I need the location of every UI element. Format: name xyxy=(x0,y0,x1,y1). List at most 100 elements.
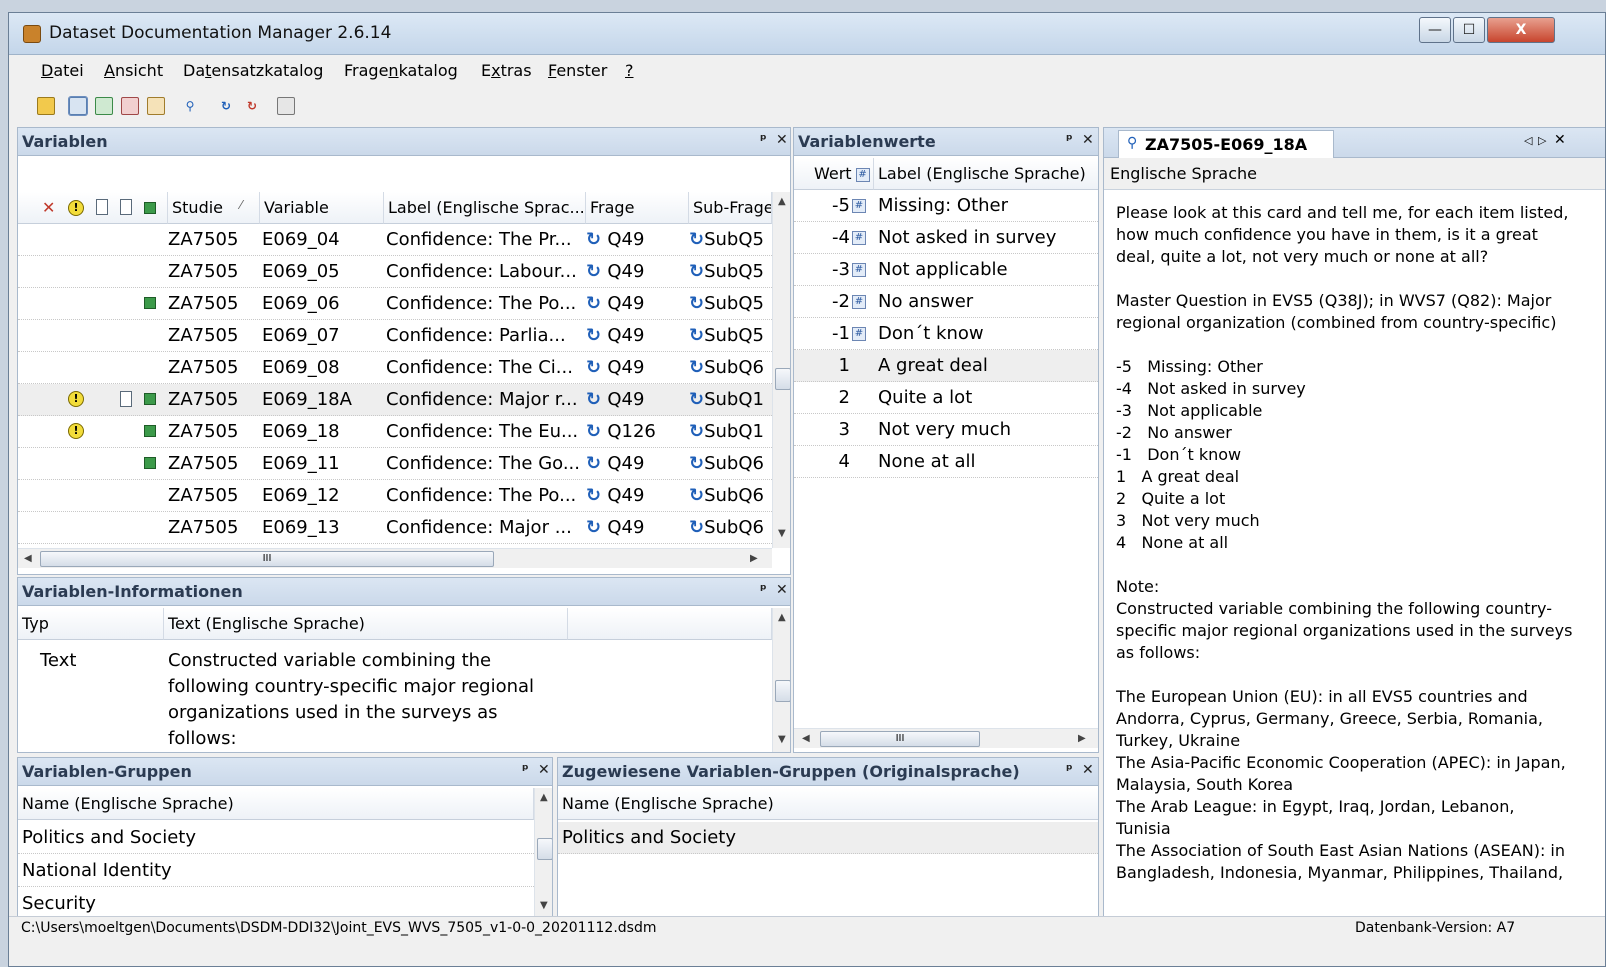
refresh-all-icon[interactable]: ↻ xyxy=(243,97,261,115)
value-row[interactable]: -3 # Not applicable xyxy=(794,254,1098,286)
scroll-right-icon[interactable]: ▶ xyxy=(750,553,758,564)
cell-frage[interactable]: ↻ Q49 xyxy=(586,261,689,282)
cell-frage[interactable]: ↻ Q49 xyxy=(586,293,689,314)
value-row[interactable]: -2 # No answer xyxy=(794,286,1098,318)
scroll-down-icon[interactable]: ▼ xyxy=(540,900,548,911)
properties-icon[interactable] xyxy=(277,97,295,115)
groups-vscroll-thumb[interactable] xyxy=(537,838,552,860)
value-row[interactable]: 2 Quite a lot xyxy=(794,382,1098,414)
cell-subfrage[interactable]: ↻SubQ5 xyxy=(689,261,772,282)
tab-scroll-left-icon[interactable]: ◁ xyxy=(1524,134,1532,147)
variables-hscroll[interactable]: ◀ III ▶ xyxy=(18,548,772,568)
menu-extras[interactable]: Extras xyxy=(481,61,532,80)
table-row[interactable]: ZA7505 E069_06 Confidence: The Po... ↻ Q49 ↻… xyxy=(18,288,772,320)
column-header-value-label[interactable]: Label (Englische Sprache) xyxy=(874,158,1098,190)
pin-icon[interactable]: ᵖ xyxy=(1066,132,1073,148)
column-header-frage[interactable]: Frage xyxy=(586,192,689,224)
info-vscroll-thumb[interactable] xyxy=(775,680,790,702)
cell-subfrage[interactable]: ↻SubQ6 xyxy=(689,357,772,378)
open-folder-icon[interactable] xyxy=(37,97,55,115)
table-row[interactable]: ZA7505 E069_13 Confidence: Major ... ↻ Q49 ↻… xyxy=(18,512,772,544)
column-header-subfrage[interactable]: Sub-Frage xyxy=(689,192,772,224)
column-header-studie[interactable]: Studie ⁄ xyxy=(168,192,260,224)
cell-subfrage[interactable]: ↻SubQ6 xyxy=(689,453,772,474)
table-row[interactable]: ! ZA7505 E069_18 Confidence: The Eu... ↻ Q12… xyxy=(18,416,772,448)
menu-help[interactable]: ? xyxy=(625,61,634,80)
values-hscroll-thumb[interactable]: III xyxy=(820,731,980,747)
icon-columns-header[interactable]: ✕ ! xyxy=(18,192,168,224)
pin-icon[interactable]: ᵖ xyxy=(760,582,767,598)
table-row[interactable]: ZA7505 E069_04 Confidence: The Pr... ↻ Q49 ↻… xyxy=(18,224,772,256)
documentation-text[interactable]: Please look at this card and tell me, fo… xyxy=(1116,202,1574,916)
column-header-variable[interactable]: Variable xyxy=(260,192,384,224)
value-row[interactable]: 4 None at all xyxy=(794,446,1098,478)
info-vscroll[interactable]: ▲ ▼ xyxy=(772,608,790,752)
list-item[interactable]: Politics and Society xyxy=(18,822,534,854)
value-row[interactable]: 1 A great deal xyxy=(794,350,1098,382)
table-row[interactable]: ZA7505 E069_07 Confidence: Parlia... ↻ Q49 ↻… xyxy=(18,320,772,352)
table-row[interactable]: ZA7505 E069_12 Confidence: The Po... ↻ Q49 ↻… xyxy=(18,480,772,512)
scroll-left-icon[interactable]: ◀ xyxy=(24,553,32,564)
close-tab-icon[interactable]: ✕ xyxy=(1554,132,1566,148)
cell-subfrage[interactable]: ↻SubQ6 xyxy=(689,485,772,506)
cell-frage[interactable]: ↻ Q49 xyxy=(586,453,689,474)
cell-subfrage[interactable]: ↻SubQ5 xyxy=(689,229,772,250)
pin-icon[interactable]: ᵖ xyxy=(1066,762,1073,778)
pin-icon[interactable]: ᵖ xyxy=(760,132,767,148)
column-header-wert[interactable]: Wert # xyxy=(794,158,874,190)
table-row[interactable]: ZA7505 E069_11 Confidence: The Go... ↻ Q49 ↻… xyxy=(18,448,772,480)
cell-frage[interactable]: ↻ Q49 xyxy=(586,485,689,506)
cell-frage[interactable]: ↻ Q49 xyxy=(586,325,689,346)
column-header-label[interactable]: Label (Englische Sprac... xyxy=(384,192,586,224)
cell-frage[interactable]: ↻ Q49 xyxy=(586,229,689,250)
close-panel-icon[interactable]: ✕ xyxy=(776,132,788,148)
groups-vscroll[interactable]: ▲ ▼ xyxy=(534,788,552,916)
value-row[interactable]: -4 # Not asked in survey xyxy=(794,222,1098,254)
menu-fenster[interactable]: Fenster xyxy=(548,61,607,80)
scroll-down-icon[interactable]: ▼ xyxy=(778,734,786,745)
close-panel-icon[interactable]: ✕ xyxy=(1082,132,1094,148)
close-panel-icon[interactable]: ✕ xyxy=(538,762,550,778)
dataset-view-icon[interactable] xyxy=(68,96,88,116)
menu-datei[interactable]: Datei xyxy=(41,61,84,80)
tab-scroll-right-icon[interactable]: ▷ xyxy=(1538,134,1546,147)
menu-ansicht[interactable]: Ansicht xyxy=(104,61,163,80)
close-panel-icon[interactable]: ✕ xyxy=(1082,762,1094,778)
scroll-left-icon[interactable]: ◀ xyxy=(802,733,810,744)
scroll-down-icon[interactable]: ▼ xyxy=(778,528,786,539)
variables-vscroll[interactable]: ▲ ▼ xyxy=(772,192,790,548)
dataset-edit-icon[interactable] xyxy=(147,97,165,115)
column-header-group-name[interactable]: Name (Englische Sprache) xyxy=(18,788,534,820)
menu-datensatzkatalog[interactable]: Datensatzkatalog xyxy=(183,61,323,80)
table-row[interactable]: ZA7505 E069_05 Confidence: Labour... ↻ Q49 ↻… xyxy=(18,256,772,288)
maximize-button[interactable]: ☐ xyxy=(1453,17,1485,43)
list-item[interactable]: Politics and Society xyxy=(558,822,1098,854)
cell-subfrage[interactable]: ↻SubQ6 xyxy=(689,517,772,538)
cell-frage[interactable]: ↻ Q49 xyxy=(586,357,689,378)
values-hscroll[interactable]: ◀ III ▶ xyxy=(794,728,1098,748)
column-header-typ[interactable]: Typ xyxy=(18,608,164,640)
cell-subfrage[interactable]: ↻SubQ1 xyxy=(689,421,772,442)
value-row[interactable]: 3 Not very much xyxy=(794,414,1098,446)
dataset-remove-icon[interactable] xyxy=(121,97,139,115)
cell-subfrage[interactable]: ↻SubQ1 xyxy=(689,389,772,410)
value-row[interactable]: -5 # Missing: Other xyxy=(794,190,1098,222)
close-button[interactable]: X xyxy=(1487,17,1555,43)
pin-icon[interactable]: ᵖ xyxy=(522,762,529,778)
search-icon[interactable]: ⚲ xyxy=(181,97,199,115)
column-header-assigned-name[interactable]: Name (Englische Sprache) xyxy=(558,788,1098,820)
variables-vscroll-thumb[interactable] xyxy=(775,368,790,390)
table-row[interactable]: ! ZA7505 E069_18A Confidence: Major r... ↻ Q… xyxy=(18,384,772,416)
refresh-icon[interactable]: ↻ xyxy=(217,97,235,115)
dataset-add-icon[interactable] xyxy=(95,97,113,115)
list-item[interactable]: Security xyxy=(18,888,534,916)
cell-frage[interactable]: ↻ Q49 xyxy=(586,389,689,410)
table-row[interactable]: ZA7505 E069_08 Confidence: The Ci... ↻ Q49 ↻… xyxy=(18,352,772,384)
close-panel-icon[interactable]: ✕ xyxy=(776,582,788,598)
cell-frage[interactable]: ↻ Q49 xyxy=(586,517,689,538)
tab-documentation[interactable]: ⚲ ZA7505-E069_18A xyxy=(1118,130,1334,158)
cell-frage[interactable]: ↻ Q126 xyxy=(586,421,689,442)
value-row[interactable]: -1 # Don´t know xyxy=(794,318,1098,350)
scroll-right-icon[interactable]: ▶ xyxy=(1078,733,1086,744)
menu-fragenkatalog[interactable]: Fragenkatalog xyxy=(344,61,458,80)
